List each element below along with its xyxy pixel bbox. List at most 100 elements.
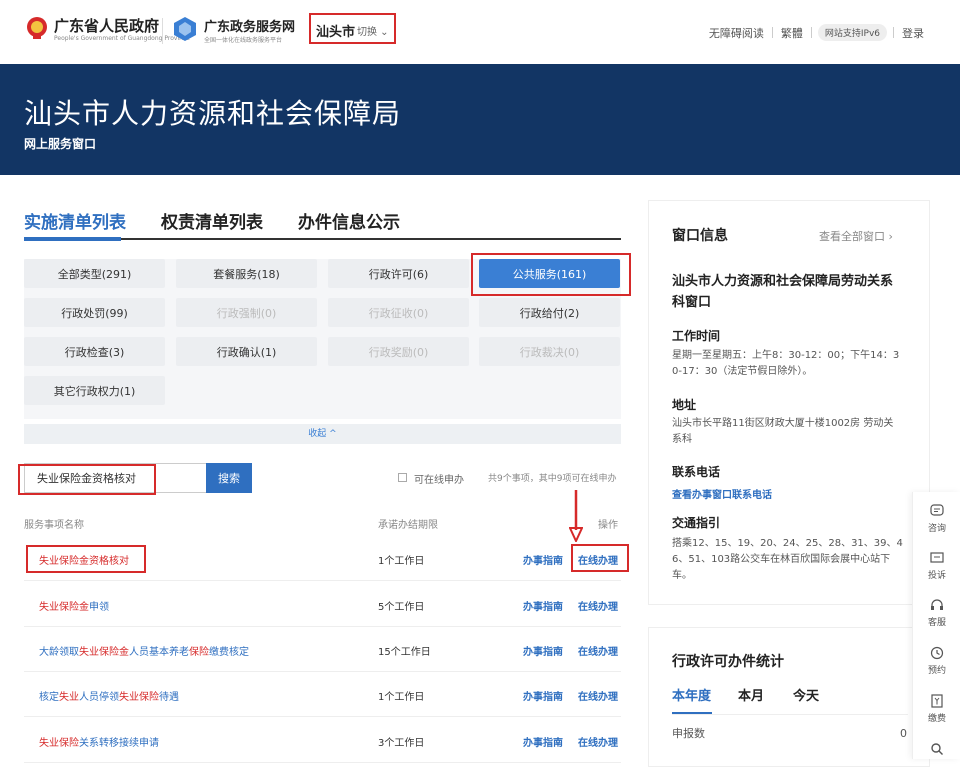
- filter-chip[interactable]: 其它行政权力(1): [24, 376, 165, 405]
- filter-chip[interactable]: 行政处罚(99): [24, 298, 165, 327]
- tab-responsibility-list[interactable]: 权责清单列表: [161, 208, 263, 233]
- hours-label: 工作时间: [672, 329, 721, 343]
- tab-today[interactable]: 今天: [793, 685, 819, 704]
- guide-link[interactable]: 办事指南: [523, 688, 563, 703]
- row-divider: [24, 626, 621, 627]
- service-name-part: 大龄领取: [39, 647, 79, 658]
- link-divider: [810, 27, 812, 38]
- collapse-button[interactable]: 收起 ^: [24, 424, 621, 444]
- ipv6-badge: 网站支持IPv6: [817, 24, 887, 41]
- service-name-part: 失业保险金: [79, 647, 129, 658]
- online-only-checkbox[interactable]: [398, 473, 407, 482]
- service-name-part: 失业保险金: [39, 602, 89, 613]
- service-name-part: 人员停领: [79, 692, 119, 703]
- service-name-link[interactable]: 核定失业人员停领失业保险待遇: [39, 688, 179, 703]
- row-divider: [24, 762, 621, 763]
- search-button[interactable]: 搜索: [206, 463, 252, 493]
- filter-chip[interactable]: 全部类型(291): [24, 259, 165, 288]
- filter-chip: 行政奖励(0): [328, 337, 469, 366]
- accessibility-link[interactable]: 无障碍阅读: [701, 25, 772, 41]
- address-label: 地址: [672, 398, 697, 412]
- header-service-name: 服务事项名称: [24, 520, 84, 531]
- phone-link[interactable]: 查看办事窗口联系电话: [672, 486, 772, 501]
- page-title: 汕头市人力资源和社会保障局: [24, 97, 402, 130]
- complaint-button[interactable]: 投诉: [913, 551, 960, 581]
- customer-service-button[interactable]: 客服: [913, 598, 960, 628]
- guide-link[interactable]: 办事指南: [523, 598, 563, 613]
- payment-button[interactable]: 缴费: [913, 694, 960, 724]
- result-count: 共9个事项，其中9项可在线申办: [488, 474, 617, 484]
- gov-subtitle: People's Government of Guangdong Provinc…: [54, 35, 190, 42]
- filter-chip[interactable]: 行政给付(2): [479, 298, 620, 327]
- traffic-label: 交通指引: [672, 516, 721, 530]
- service-name-link[interactable]: 失业保险关系转移接续申请: [39, 734, 159, 749]
- online-only-label: 可在线申办: [414, 475, 464, 486]
- tab-implementation-list[interactable]: 实施清单列表: [24, 208, 126, 233]
- traffic-text: 搭乘12、15、19、20、24、25、28、31、39、4 6、51、103路公…: [672, 538, 903, 581]
- declared-count-label: 申报数: [672, 727, 705, 740]
- service-name-link[interactable]: 失业保险金申领: [39, 598, 109, 613]
- chevron-down-icon: ⌄: [377, 27, 389, 38]
- address-text: 汕头市长平路11街区财政大厦十楼1002房 劳动关 系科: [672, 418, 894, 445]
- online-handle-link[interactable]: 在线办理: [578, 688, 618, 703]
- guide-link[interactable]: 办事指南: [523, 552, 563, 567]
- filter-chip[interactable]: 行政许可(6): [328, 259, 469, 288]
- portal-name[interactable]: 广东政务服务网: [204, 16, 295, 35]
- window-name: 汕头市人力资源和社会保障局劳动关系 科窗口: [672, 274, 894, 310]
- tab-case-info[interactable]: 办件信息公示: [298, 208, 400, 233]
- highlight-box: [26, 545, 146, 573]
- search-icon: [931, 743, 943, 755]
- row-divider: [24, 671, 621, 672]
- online-handle-link[interactable]: 在线办理: [578, 734, 618, 749]
- active-tab-indicator: [24, 237, 121, 241]
- tab-this-month[interactable]: 本月: [738, 685, 764, 704]
- deadline-value: 1个工作日: [378, 556, 425, 567]
- login-link[interactable]: 登录: [894, 25, 932, 41]
- list-tabs: 实施清单列表 权责清单列表 办件信息公示: [24, 208, 621, 241]
- service-name-part: 关系转移接续申请: [79, 738, 159, 749]
- page-banner: 汕头市人力资源和社会保障局 网上服务窗口: [0, 64, 960, 175]
- guide-link[interactable]: 办事指南: [523, 643, 563, 658]
- window-info-title: 窗口信息: [672, 228, 728, 244]
- row-divider: [24, 716, 621, 717]
- tab-this-year[interactable]: 本年度: [672, 685, 711, 704]
- traditional-chinese-link[interactable]: 繁體: [773, 25, 811, 41]
- top-links: 无障碍阅读 繁體 网站支持IPv6 登录: [701, 24, 932, 41]
- service-name-part: 缴费核定: [209, 647, 249, 658]
- city-switch[interactable]: 切换 ⌄: [357, 23, 389, 38]
- filter-chip: 行政裁决(0): [479, 337, 620, 366]
- service-name-part: 失业保险: [39, 738, 79, 749]
- portal-logo-icon: [174, 17, 196, 41]
- online-handle-link[interactable]: 在线办理: [578, 598, 618, 613]
- filter-chip[interactable]: 行政确认(1): [176, 337, 317, 366]
- guide-link[interactable]: 办事指南: [523, 734, 563, 749]
- clock-icon: [930, 646, 944, 660]
- gov-name[interactable]: 广东省人民政府: [54, 15, 159, 36]
- service-name-part: 待遇: [159, 692, 179, 703]
- service-name-part: 保险: [189, 647, 209, 658]
- search-toggle[interactable]: [913, 742, 960, 756]
- deadline-value: 15个工作日: [378, 647, 431, 658]
- top-bar: 广东省人民政府 People's Government of Guangdong…: [0, 0, 960, 64]
- consult-button[interactable]: 咨询: [913, 504, 960, 534]
- service-name-part: 失业: [59, 692, 79, 703]
- portal-subtitle: 全国一体化在线政务服务平台: [204, 37, 283, 44]
- row-divider: [24, 580, 621, 581]
- filter-chip: 行政征收(0): [328, 298, 469, 327]
- city-name: 汕头市: [316, 25, 356, 40]
- deadline-value: 5个工作日: [378, 602, 425, 613]
- declared-count-value: 0: [900, 727, 907, 740]
- service-name-link[interactable]: 大龄领取失业保险金人员基本养老保险缴费核定: [39, 643, 249, 658]
- deadline-value: 3个工作日: [378, 738, 425, 749]
- message-icon: [930, 552, 944, 563]
- filter-chip: 行政强制(0): [176, 298, 317, 327]
- filter-chip[interactable]: 套餐服务(18): [176, 259, 317, 288]
- city-selector[interactable]: 汕头市 切换 ⌄: [309, 13, 396, 44]
- appointment-button[interactable]: 预约: [913, 646, 960, 676]
- view-all-windows-link[interactable]: 查看全部窗口 ›: [819, 228, 893, 244]
- service-name-part: 核定: [39, 692, 59, 703]
- service-name-part: 失业保险: [119, 692, 159, 703]
- filter-chip[interactable]: 行政检查(3): [24, 337, 165, 366]
- arrow-down-icon: [569, 490, 583, 542]
- online-handle-link[interactable]: 在线办理: [578, 643, 618, 658]
